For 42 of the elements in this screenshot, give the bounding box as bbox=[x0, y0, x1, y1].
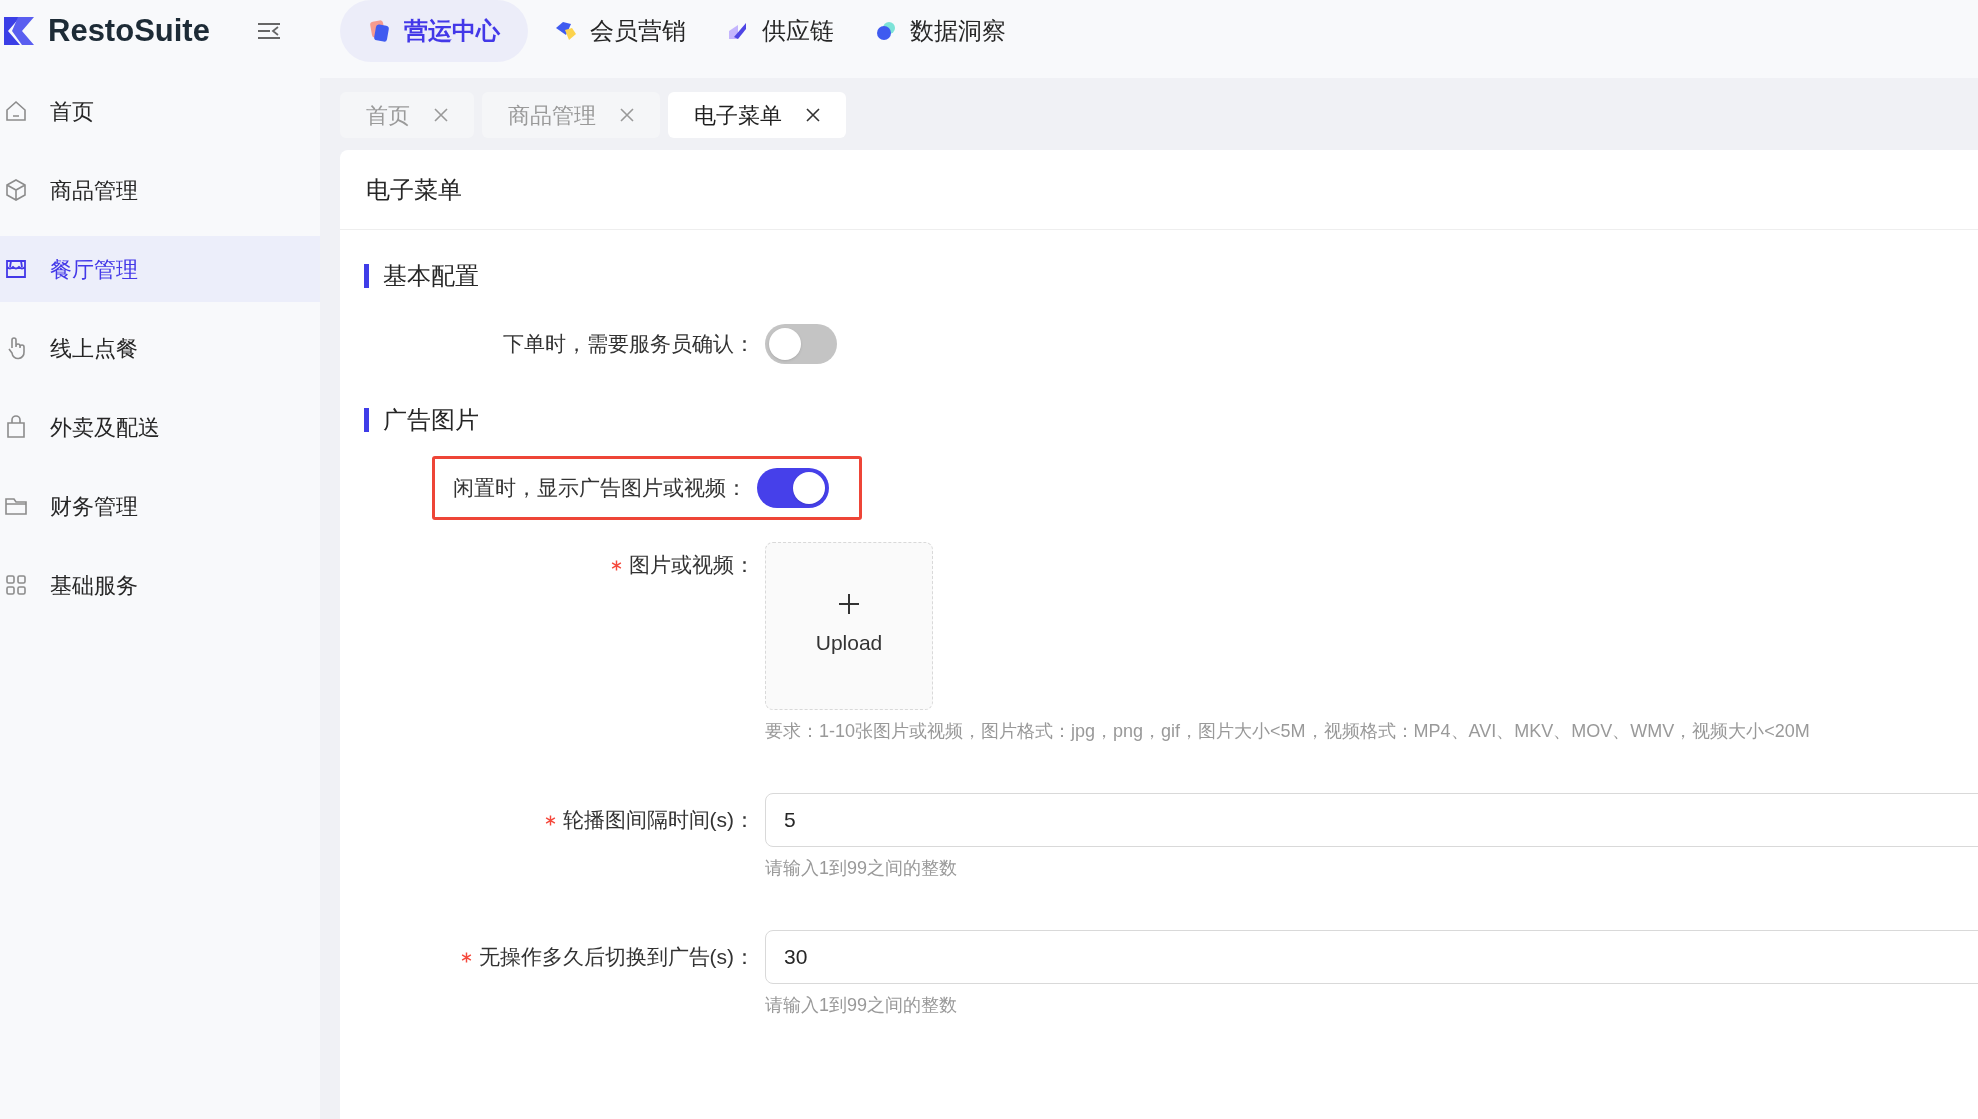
field-label: 图片或视频： bbox=[629, 552, 755, 579]
section-title: 基本配置 bbox=[383, 261, 479, 291]
sidebar-item[interactable]: 餐厅管理 bbox=[0, 236, 320, 302]
field-label: 无操作多久后切换到广告(s)： bbox=[478, 944, 755, 971]
field-label: 下单时，需要服务员确认： bbox=[503, 331, 755, 358]
top-nav-tab[interactable]: 供应链 bbox=[712, 0, 848, 62]
cube-icon bbox=[4, 178, 28, 202]
section-marker bbox=[364, 264, 369, 288]
section-title: 广告图片 bbox=[383, 405, 479, 435]
field-label: 闲置时，显示广告图片或视频： bbox=[453, 475, 747, 502]
page-title: 电子菜单 bbox=[366, 174, 462, 205]
sidebar-item[interactable]: 基础服务 bbox=[0, 552, 320, 618]
field-label: 轮播图间隔时间(s)： bbox=[562, 807, 755, 834]
field-hint: 请输入1到99之间的整数 bbox=[765, 994, 959, 1017]
logo-text: RestoSuite bbox=[48, 11, 210, 50]
page-tab[interactable]: 电子菜单 bbox=[668, 92, 846, 138]
nav-icon bbox=[874, 19, 898, 43]
sidebar-item[interactable]: 外卖及配送 bbox=[0, 394, 320, 460]
field-hint: 请输入1到99之间的整数 bbox=[765, 857, 959, 880]
menu-collapse-icon[interactable] bbox=[255, 21, 282, 41]
field-hint: 要求：1-10张图片或视频，图片格式：jpg，png，gif，图片大小<5M，视频格式：MP4、AVI、MKV、MOV、WMV，视频大小<20M bbox=[765, 720, 1810, 743]
grid-icon bbox=[4, 573, 28, 597]
number-input[interactable]: 5 bbox=[765, 793, 1978, 847]
section-marker bbox=[364, 408, 369, 432]
nav-icon bbox=[368, 19, 392, 43]
toggle-switch[interactable] bbox=[757, 468, 829, 508]
plus-icon bbox=[838, 593, 860, 616]
storefront-icon bbox=[4, 257, 28, 281]
bag-icon bbox=[4, 415, 28, 439]
sidebar-item[interactable]: 商品管理 bbox=[0, 157, 320, 223]
sidebar-item[interactable]: 线上点餐 bbox=[0, 315, 320, 381]
top-nav-tab[interactable]: 营运中心 bbox=[340, 0, 528, 62]
nav-icon bbox=[554, 19, 578, 43]
house-icon bbox=[4, 99, 28, 123]
sidebar-item[interactable]: 首页 bbox=[0, 78, 320, 144]
close-icon[interactable] bbox=[806, 108, 820, 122]
toggle-switch[interactable] bbox=[765, 324, 837, 364]
top-nav-tab[interactable]: 会员营销 bbox=[540, 0, 700, 62]
sidebar-item[interactable]: 财务管理 bbox=[0, 473, 320, 539]
number-input[interactable]: 30 bbox=[765, 930, 1978, 984]
upload-button[interactable]: Upload bbox=[765, 542, 933, 710]
top-nav-tab[interactable]: 数据洞察 bbox=[860, 0, 1020, 62]
